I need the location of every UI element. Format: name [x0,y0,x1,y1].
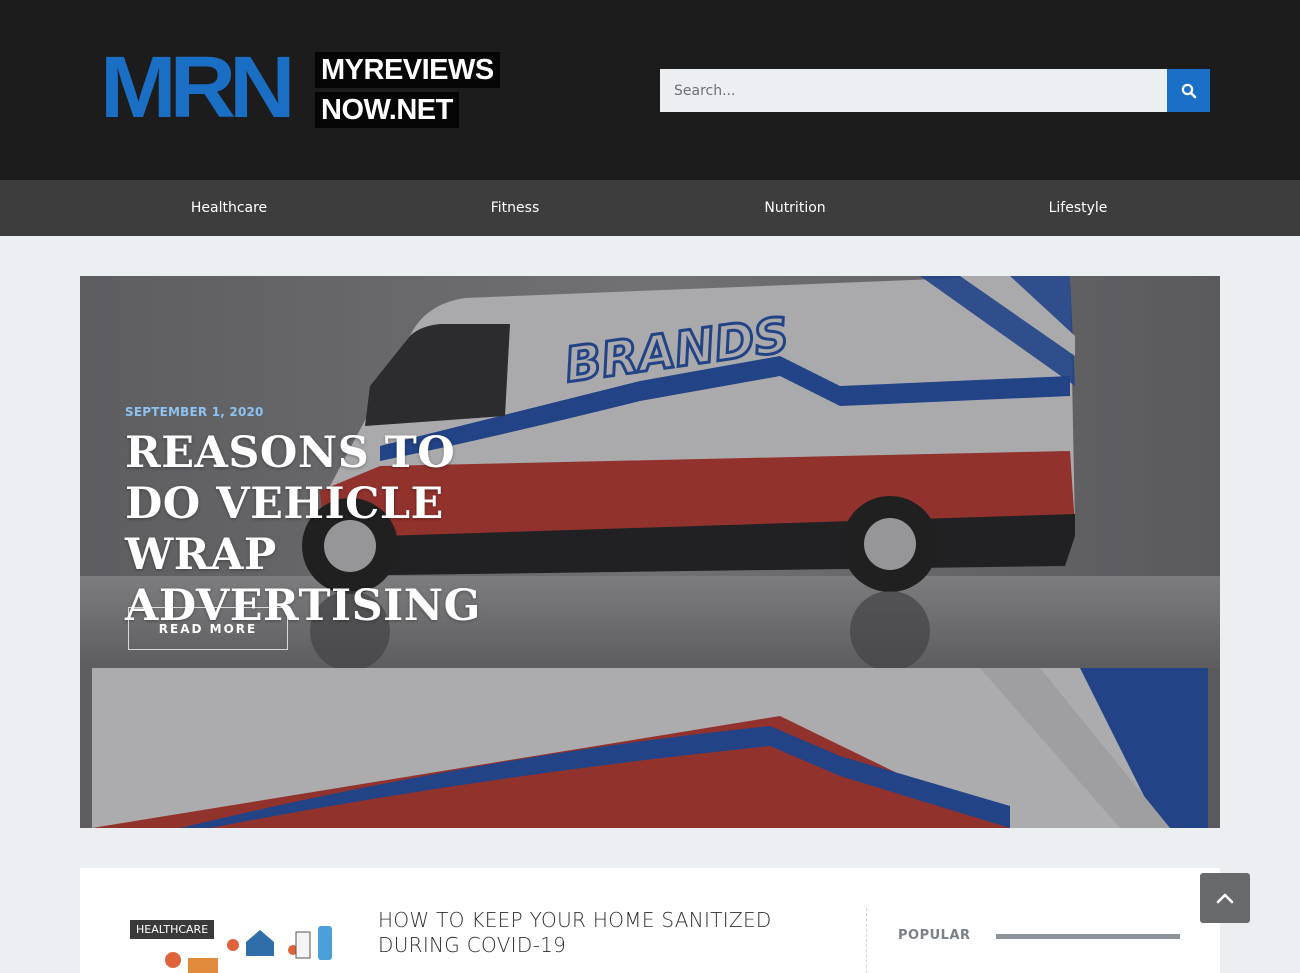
site-header: MRN MYREVIEWS NOW.NET [0,0,1300,180]
column-divider [866,908,867,973]
featured-post[interactable]: BRANDS SEPTEMBER 1, 2020 REASONS TO DO V… [80,276,1220,828]
logo-text-line2: NOW.NET [315,92,459,128]
post-title[interactable]: HOW TO KEEP YOUR HOME SANITIZED DURING C… [378,908,818,958]
featured-post-title[interactable]: REASONS TO DO VEHICLE WRAP ADVERTISING [125,428,545,632]
search-form [660,69,1210,112]
logo-text-line1: MYREVIEWS [315,52,500,88]
search-button[interactable] [1167,69,1210,112]
category-badge[interactable]: HEALTHCARE [130,920,215,939]
main-nav: Healthcare Fitness Nutrition Lifestyle [0,180,1300,236]
site-logo[interactable]: MRN MYREVIEWS NOW.NET [100,44,500,131]
post-date: SEPTEMBER 1, 2020 [125,405,264,419]
search-input[interactable] [660,69,1167,112]
search-icon [1181,83,1196,98]
scroll-to-top-button[interactable] [1200,873,1250,923]
nav-item-fitness[interactable]: Fitness [491,180,540,236]
posts-section: HEALTHCARE HOW TO KEEP YOUR HOME SANITIZ… [80,868,1220,973]
popular-heading: POPULAR [898,928,971,943]
nav-item-lifestyle[interactable]: Lifestyle [1049,180,1108,236]
chevron-up-icon [1216,893,1234,904]
read-more-button[interactable]: READ MORE [128,607,288,650]
logo-mark: MRN [100,39,295,137]
nav-item-healthcare[interactable]: Healthcare [191,180,267,236]
popular-heading-rule [996,934,1180,939]
nav-item-nutrition[interactable]: Nutrition [764,180,825,236]
